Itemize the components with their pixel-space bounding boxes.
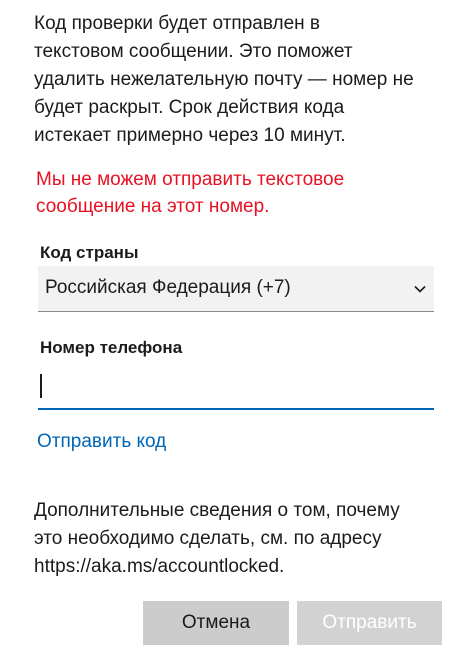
error-line: сообщение на этот номер. (36, 196, 270, 217)
intro-line: истекает примерно через 10 минут. (34, 125, 346, 146)
country-code-value: Российская Федерация (+7) (45, 277, 291, 298)
info-line: это необходимо сделать, см. по адресу (34, 528, 382, 549)
info-text: Дополнительные сведения о том, почему эт… (34, 497, 454, 581)
error-message: Мы не можем отправить текстовое сообщени… (36, 166, 456, 220)
intro-line: будет раскрыт. Срок действия кода (34, 97, 345, 118)
intro-line: Код проверки будет отправлен в (34, 13, 321, 34)
chevron-down-icon (414, 285, 426, 293)
country-code-label: Код страны (40, 243, 139, 262)
phone-number-label: Номер телефона (40, 338, 183, 357)
intro-line: удалить нежелательную почту — номер не (34, 69, 414, 90)
intro-line: текстовом сообщении. Это поможет (34, 41, 353, 62)
cancel-button[interactable]: Отмена (143, 601, 289, 645)
info-link[interactable]: https://aka.ms/accountlocked. (34, 553, 454, 581)
phone-number-input[interactable] (38, 368, 434, 410)
info-line: Дополнительные сведения о том, почему (34, 500, 400, 521)
intro-text: Код проверки будет отправлен в текстовом… (34, 10, 454, 150)
send-code-link[interactable]: Отправить код (37, 431, 166, 453)
country-code-select[interactable]: Российская Федерация (+7) (38, 266, 434, 312)
submit-button[interactable]: Отправить (297, 601, 442, 645)
error-line: Мы не можем отправить текстовое (36, 169, 345, 190)
text-caret (40, 374, 42, 398)
